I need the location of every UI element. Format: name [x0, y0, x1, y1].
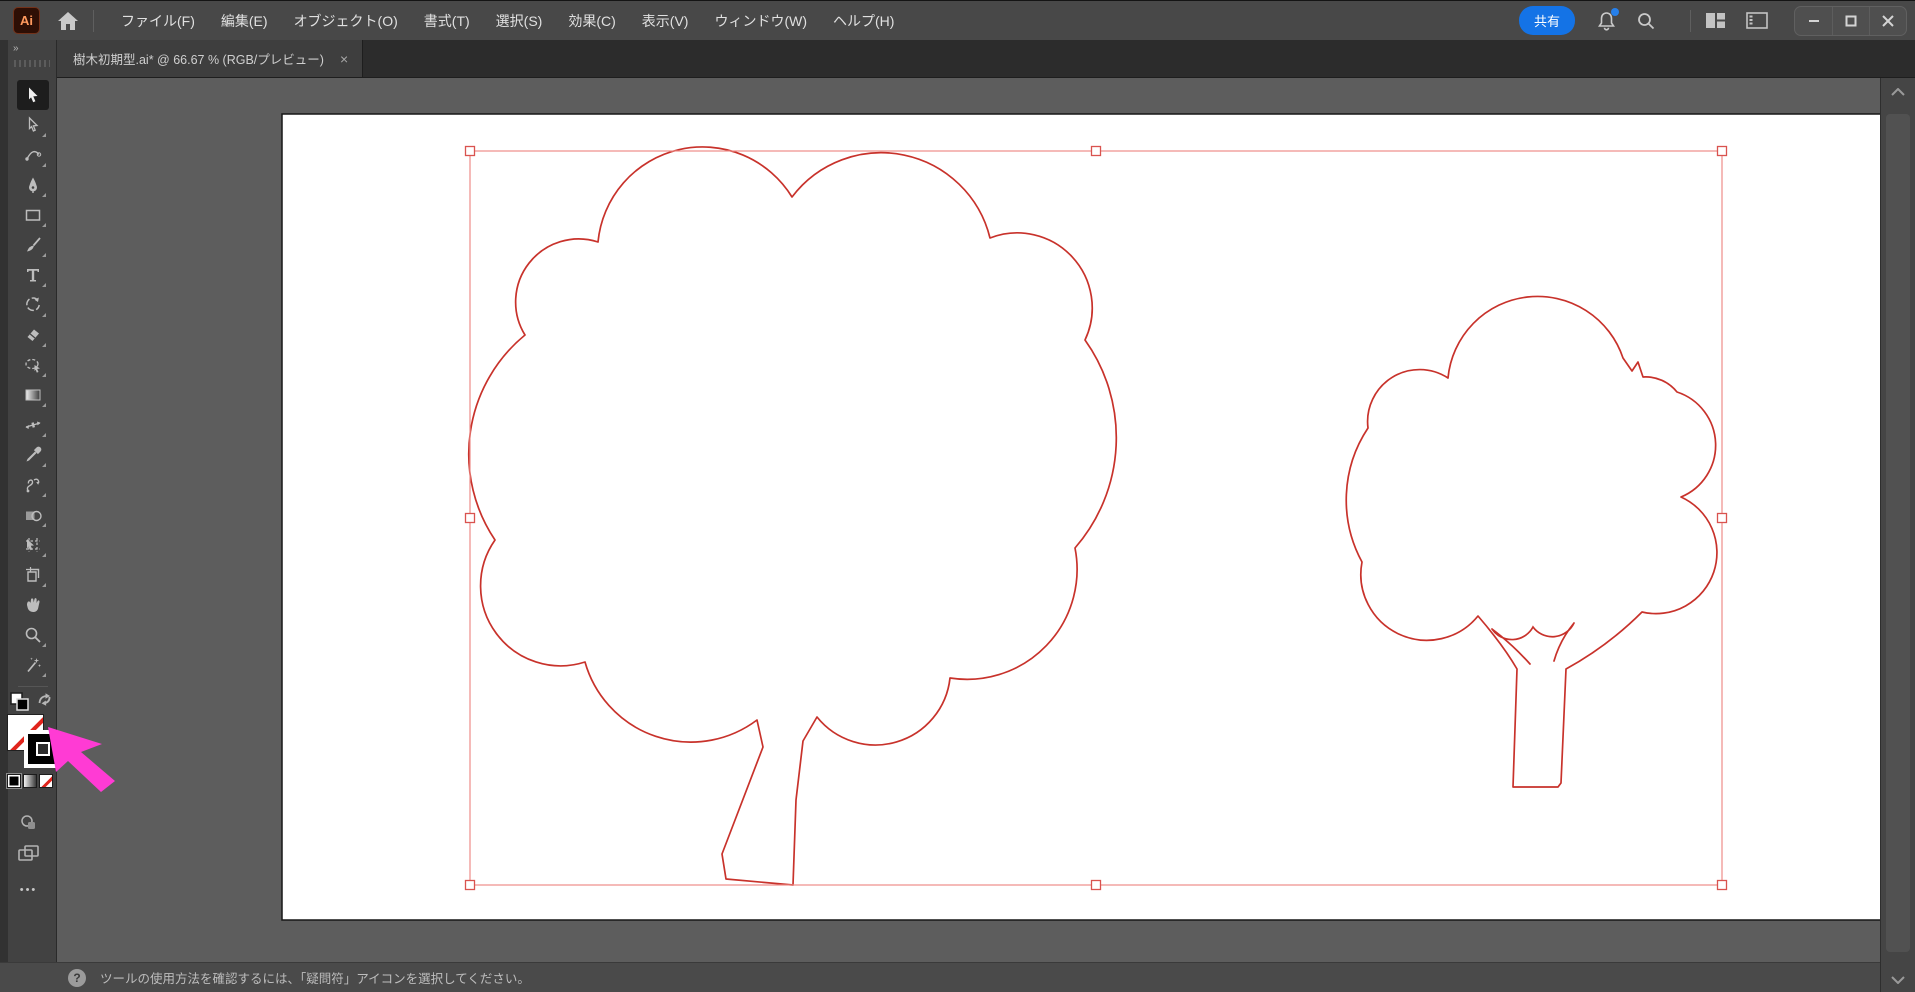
tools-divider [17, 686, 48, 687]
document-tab-bar: 樹木初期型.ai* @ 66.67 % (RGB/プレビュー) × [57, 40, 1915, 78]
paintbrush-tool[interactable] [17, 230, 49, 260]
notification-dot [1611, 7, 1619, 16]
handle-mid-right[interactable] [1716, 512, 1728, 524]
notifications-bell-icon[interactable] [1597, 7, 1619, 31]
rectangle-tool[interactable] [17, 200, 49, 230]
illustrator-window: Ai ファイル(F) 編集(E) オブジェクト(O) 書式(T) 選択(S) 効… [0, 0, 1915, 992]
menu-bar: ファイル(F) 編集(E) オブジェクト(O) 書式(T) 選択(S) 効果(C… [108, 1, 907, 41]
magic-wand-tool[interactable] [17, 650, 49, 680]
menu-edit[interactable]: 編集(E) [208, 1, 281, 41]
menu-type[interactable]: 書式(T) [411, 1, 483, 41]
direct-selection-tool[interactable] [17, 110, 49, 140]
rotate-tool[interactable] [17, 290, 49, 320]
vertical-scrollbar-thumb[interactable] [1886, 114, 1910, 952]
menu-window[interactable]: ウィンドウ(W) [701, 1, 820, 41]
width-tool[interactable] [17, 410, 49, 440]
handle-bottom-right[interactable] [1716, 879, 1728, 891]
menu-effect[interactable]: 効果(C) [555, 1, 628, 41]
canvas-viewport[interactable] [57, 78, 1880, 962]
artwork-layer [281, 113, 1880, 921]
none-mode-button[interactable] [39, 774, 53, 788]
menu-view[interactable]: 表示(V) [629, 1, 702, 41]
menu-help[interactable]: ヘルプ(H) [820, 1, 907, 41]
blend-tool[interactable] [17, 470, 49, 500]
vertical-scrollbar[interactable] [1880, 78, 1915, 992]
window-controls [1794, 5, 1907, 36]
scroll-down-icon[interactable] [1881, 976, 1915, 984]
share-button[interactable]: 共有 [1518, 6, 1575, 35]
menu-select[interactable]: 選択(S) [483, 1, 556, 41]
maximize-button[interactable] [1832, 6, 1869, 35]
menu-object[interactable]: オブジェクト(O) [281, 1, 411, 41]
document-tab-title: 樹木初期型.ai* @ 66.67 % (RGB/プレビュー) [73, 53, 324, 67]
shape-builder-tool[interactable] [17, 500, 49, 530]
handle-mid-left[interactable] [464, 512, 476, 524]
handle-bottom-center[interactable] [1090, 879, 1102, 891]
illustrator-logo[interactable]: Ai [13, 7, 40, 34]
eyedropper-tool[interactable] [17, 440, 49, 470]
tab-close-icon[interactable]: × [340, 51, 348, 67]
home-icon[interactable] [57, 11, 79, 31]
handle-top-left[interactable] [464, 145, 476, 157]
document-tab[interactable]: 樹木初期型.ai* @ 66.67 % (RGB/プレビュー) × [57, 40, 364, 77]
hand-tool[interactable] [17, 590, 49, 620]
titlebar-divider-2 [1690, 9, 1691, 32]
tools-panel: » ••• [0, 40, 62, 962]
panel-grip-icon[interactable] [14, 60, 50, 67]
screen-mode-row [0, 844, 57, 863]
swap-fill-stroke-icon[interactable] [36, 691, 54, 713]
minimize-button[interactable] [1795, 7, 1832, 35]
slice-tool[interactable] [17, 560, 49, 590]
curvature-tool[interactable] [17, 140, 49, 170]
screen-mode-icon[interactable] [17, 844, 41, 863]
handle-top-right[interactable] [1716, 145, 1728, 157]
zoom-tool[interactable] [17, 620, 49, 650]
close-button[interactable] [1869, 6, 1906, 35]
pen-tool[interactable] [17, 170, 49, 200]
drawing-mode-icon[interactable] [18, 814, 40, 832]
shaper-tool[interactable] [17, 350, 49, 380]
scroll-up-icon[interactable] [1881, 88, 1915, 96]
tools-panel-header: » [8, 40, 57, 78]
gradient-tool[interactable] [17, 380, 49, 410]
eraser-tool[interactable] [17, 320, 49, 350]
arrange-documents-icon[interactable] [1746, 12, 1768, 29]
search-icon[interactable] [1636, 11, 1656, 31]
status-bar: ? ツールの使用方法を確認するには、「疑問符」アイコンを選択してください。 [0, 962, 1880, 992]
help-question-icon[interactable]: ? [68, 968, 86, 987]
handle-bottom-left[interactable] [464, 879, 476, 891]
more-tools-row: ••• [0, 884, 57, 896]
menu-file[interactable]: ファイル(F) [108, 1, 208, 41]
edit-toolbar-icon[interactable]: ••• [20, 884, 38, 896]
artboard-tool[interactable] [17, 530, 49, 560]
draw-mode-row [0, 814, 57, 832]
title-bar: Ai ファイル(F) 編集(E) オブジェクト(O) 書式(T) 選択(S) 効… [0, 0, 1915, 40]
titlebar-divider [93, 9, 94, 32]
status-hint-text: ツールの使用方法を確認するには、「疑問符」アイコンを選択してください。 [100, 972, 530, 986]
color-mode-button[interactable] [7, 774, 21, 788]
workspace-switcher-icon[interactable] [1705, 12, 1726, 29]
fill-stroke-controls: ••• [0, 688, 62, 898]
selection-tool[interactable] [16, 80, 49, 110]
gradient-mode-button[interactable] [23, 774, 37, 788]
handle-top-center[interactable] [1090, 145, 1102, 157]
expand-panel-icon[interactable]: » [13, 43, 20, 54]
type-tool[interactable] [17, 260, 49, 290]
artboard[interactable] [281, 113, 1880, 921]
